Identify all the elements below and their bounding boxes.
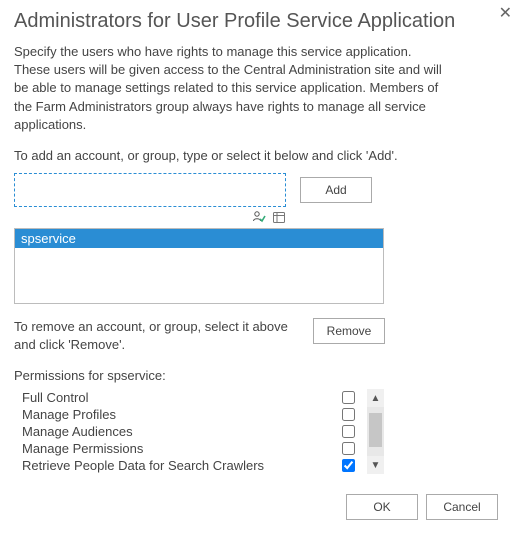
permission-row: Manage Permissions <box>14 440 361 457</box>
permission-checkbox[interactable] <box>342 425 355 438</box>
scroll-up-icon[interactable]: ▲ <box>367 389 384 407</box>
permission-row: Retrieve People Data for Search Crawlers <box>14 457 361 474</box>
remove-button[interactable]: Remove <box>313 318 385 344</box>
scroll-track[interactable] <box>367 407 384 456</box>
browse-icon[interactable] <box>272 209 286 225</box>
add-instruction: To add an account, or group, type or sel… <box>14 148 508 163</box>
permission-row: Full Control <box>14 389 361 406</box>
permission-label: Manage Profiles <box>22 407 116 422</box>
add-button[interactable]: Add <box>300 177 372 203</box>
accounts-listbox[interactable]: spservice <box>14 228 384 304</box>
dialog-description: Specify the users who have rights to man… <box>14 43 444 134</box>
permission-checkbox[interactable] <box>342 408 355 421</box>
scroll-down-icon[interactable]: ▼ <box>367 456 384 474</box>
permission-row: Manage Profiles <box>14 406 361 423</box>
check-names-icon[interactable] <box>252 209 270 225</box>
permissions-label: Permissions for spservice: <box>14 368 508 383</box>
account-input[interactable] <box>14 173 286 207</box>
dialog-title: Administrators for User Profile Service … <box>14 10 508 33</box>
remove-instruction: To remove an account, or group, select i… <box>14 318 299 354</box>
admin-dialog: ✕ Administrators for User Profile Servic… <box>0 0 522 536</box>
permissions-scrollbar[interactable]: ▲ ▼ <box>367 389 384 474</box>
list-item[interactable]: spservice <box>15 229 383 248</box>
permission-label: Retrieve People Data for Search Crawlers <box>22 458 264 473</box>
permission-row: Manage Audiences <box>14 423 361 440</box>
permissions-box: Full Control Manage Profiles Manage Audien… <box>14 389 384 474</box>
permission-label: Manage Permissions <box>22 441 143 456</box>
permission-label: Manage Audiences <box>22 424 133 439</box>
permission-checkbox[interactable] <box>342 391 355 404</box>
ok-button[interactable]: OK <box>346 494 418 520</box>
permission-checkbox[interactable] <box>342 442 355 455</box>
scroll-thumb[interactable] <box>369 413 382 447</box>
close-icon[interactable]: ✕ <box>499 6 512 22</box>
permission-checkbox[interactable] <box>342 459 355 472</box>
permission-label: Full Control <box>22 390 88 405</box>
cancel-button[interactable]: Cancel <box>426 494 498 520</box>
